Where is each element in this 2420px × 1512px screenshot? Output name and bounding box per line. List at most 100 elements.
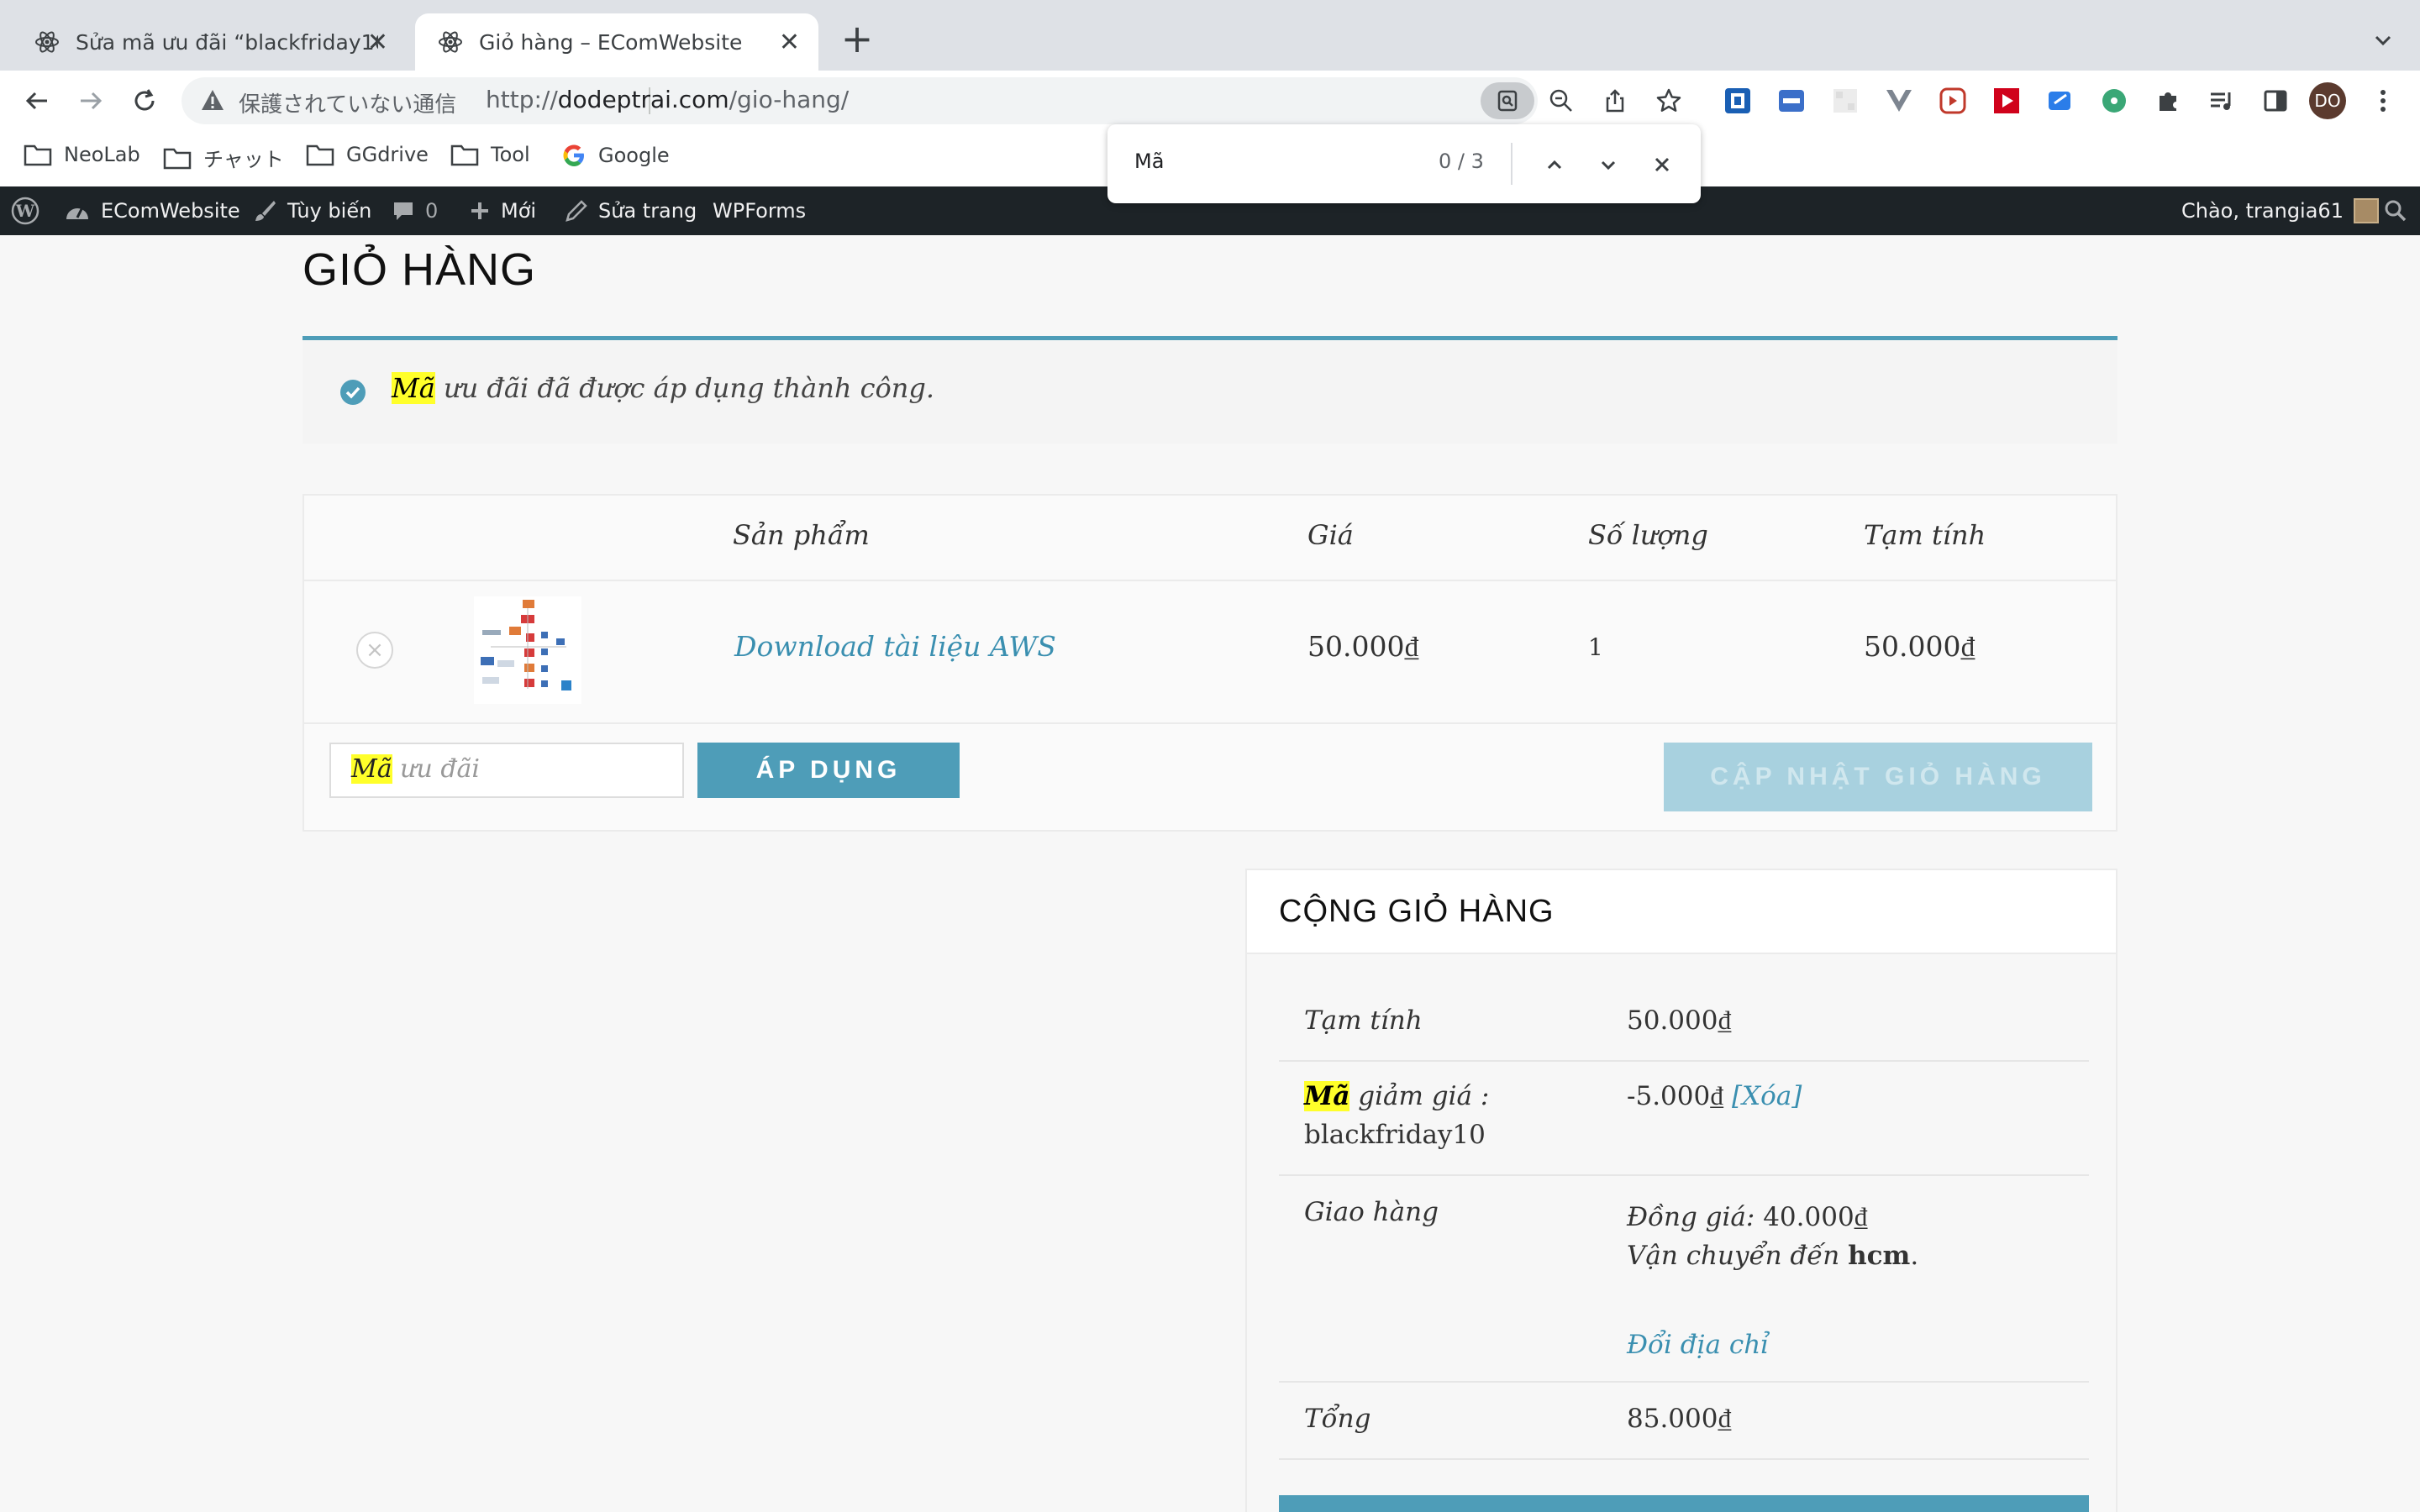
find-divider [1511, 143, 1512, 185]
row-divider [1279, 1381, 2089, 1383]
coupon-placeholder: Mã ưu đãi [351, 754, 481, 784]
extension-grid-icon[interactable] [1828, 84, 1862, 118]
extension-translate-icon[interactable] [1775, 84, 1808, 118]
change-address-link[interactable]: Đổi địa chỉ [1627, 1326, 1769, 1364]
find-bar: Mã 0 / 3 [1107, 124, 1701, 203]
security-status-label[interactable]: 保護されていない通信 [239, 87, 456, 118]
notice-message: Mã ưu đãi đã được áp dụng thành công. [392, 372, 935, 404]
find-previous-chevron-up-icon[interactable] [1538, 148, 1571, 181]
extension-screenshot-icon[interactable] [2044, 84, 2077, 118]
admin-site-label: EComWebsite [101, 199, 240, 223]
extension-media-icon[interactable] [1936, 84, 1970, 118]
back-button[interactable] [17, 81, 57, 121]
admin-wpforms[interactable]: WPForms [713, 186, 806, 235]
tab-title: Giỏ hàng – EComWebsite [479, 29, 743, 55]
total-value: 85.000₫ [1627, 1404, 1732, 1434]
col-header-subtotal: Tạm tính [1864, 519, 1986, 551]
admin-customize[interactable]: Tùy biến [252, 186, 371, 235]
bookmark-neolab[interactable]: NeoLab [24, 143, 140, 166]
address-bar[interactable]: 保護されていない通信 http://dodeptrai.com/gio-hang… [182, 77, 1681, 124]
admin-wpforms-label: WPForms [713, 199, 807, 223]
find-close-icon[interactable] [1645, 148, 1679, 181]
profile-avatar[interactable]: DO [2309, 82, 2346, 119]
url-text[interactable]: http://dodeptrai.com/gio-hang/ [486, 86, 849, 113]
back-arrow-icon [25, 92, 47, 110]
bookmark-star-icon[interactable] [1650, 82, 1687, 119]
bookmark-label: NeoLab [64, 143, 140, 166]
media-controls-icon[interactable] [2205, 84, 2238, 118]
remove-coupon-link[interactable]: [Xóa] [1732, 1081, 1802, 1111]
bookmark-chat[interactable]: チャット [163, 143, 284, 172]
admin-customize-label: Tùy biến [287, 199, 372, 223]
share-icon[interactable] [1597, 82, 1634, 119]
folder-icon [450, 144, 479, 166]
cart-totals: CỘNG GIỎ HÀNG Tạm tính 50.000₫ Mã giảm g… [1245, 869, 2118, 1512]
user-avatar [2353, 198, 2379, 223]
comment-icon [394, 202, 413, 220]
warning-icon[interactable] [200, 87, 227, 114]
folder-icon [24, 144, 52, 166]
discount-value: -5.000₫ [Xóa] [1627, 1081, 1802, 1111]
extension-green-icon[interactable] [2097, 84, 2131, 118]
row-divider [1279, 1458, 2089, 1460]
remove-item-button[interactable]: × [356, 632, 393, 669]
shipping-details: Đồng giá: 40.000₫ Vận chuyển đến hcm. [1627, 1202, 1919, 1271]
tab-search-chevron-icon[interactable] [2370, 27, 2396, 54]
reload-icon [134, 89, 155, 111]
bookmark-label: チャット [203, 148, 284, 171]
zoom-icon[interactable] [1543, 82, 1580, 119]
admin-edit-label: Sửa trang [598, 199, 697, 223]
dashboard-icon [66, 207, 88, 219]
bookmark-google[interactable]: Google [561, 143, 670, 168]
bookmark-label: Google [598, 144, 670, 167]
coupon-code-input[interactable]: Mã ưu đãi [329, 743, 684, 798]
admin-comments[interactable]: 0 [392, 186, 438, 235]
tab-close-icon[interactable]: ✕ [779, 28, 800, 57]
extension-youtube-icon[interactable] [1990, 84, 2023, 118]
admin-new[interactable]: Mới [469, 186, 536, 235]
bookmark-tool[interactable]: Tool [450, 143, 530, 166]
quantity-input[interactable]: 1 [1588, 633, 1603, 661]
tab-edit-coupon[interactable]: Sửa mã ưu đãi “blackfriday10” ✕ [12, 13, 407, 71]
product-name-link[interactable]: Download tài liệu AWS [734, 630, 1056, 663]
admin-new-label: Mới [501, 199, 537, 223]
admin-search-icon[interactable] [2383, 186, 2418, 235]
col-header-price: Giá [1307, 519, 1354, 551]
chrome-menu-icon[interactable] [2366, 84, 2400, 118]
page-title: GIỎ HÀNG [302, 244, 537, 295]
google-icon [563, 144, 584, 166]
forward-arrow-icon [81, 92, 103, 110]
side-panel-icon[interactable] [2259, 84, 2292, 118]
extensions-puzzle-icon[interactable] [2151, 84, 2185, 118]
extension-vue-icon[interactable] [1882, 84, 1916, 118]
new-tab-button[interactable]: + [837, 19, 877, 60]
admin-greeting: Chào, trangia61 [2181, 199, 2344, 223]
col-header-quantity: Số lượng [1588, 519, 1708, 551]
wordpress-logo-icon[interactable]: W [10, 186, 50, 235]
row-divider [1279, 1174, 2089, 1176]
svg-text:W: W [15, 201, 35, 221]
reload-button[interactable] [124, 81, 165, 121]
row-divider [304, 580, 2116, 581]
update-cart-button[interactable]: CẬP NHẬT GIỎ HÀNG [1664, 743, 2092, 811]
admin-account[interactable]: Chào, trangia61 [2181, 186, 2379, 235]
discount-label: Mã giảm giá : blackfriday10 [1304, 1081, 1490, 1150]
find-in-page-icon[interactable] [1481, 82, 1534, 119]
product-thumbnail[interactable] [474, 596, 581, 704]
bookmark-label: Tool [491, 143, 530, 166]
tab-close-icon[interactable]: ✕ [367, 28, 388, 57]
admin-edit-page[interactable]: Sửa trang [565, 186, 697, 235]
product-price: 50.000₫ [1307, 630, 1419, 663]
find-next-chevron-down-icon[interactable] [1591, 148, 1625, 181]
extension-bitwarden-icon[interactable] [1721, 84, 1754, 118]
bookmark-ggdrive[interactable]: GGdrive [306, 143, 429, 166]
tab-cart[interactable]: Giỏ hàng – EComWebsite ✕ [415, 13, 818, 71]
admin-site-name[interactable]: EComWebsite [64, 186, 240, 235]
subtotal-value: 50.000₫ [1627, 1005, 1732, 1036]
apply-coupon-button[interactable]: ÁP DỤNG [697, 743, 960, 798]
forward-button[interactable] [71, 81, 111, 121]
proceed-to-checkout-button[interactable] [1279, 1495, 2089, 1512]
admin-comments-count: 0 [425, 199, 439, 223]
find-input[interactable]: Mã [1134, 150, 1164, 173]
browser-tab-strip: Sửa mã ưu đãi “blackfriday10” ✕ Giỏ hàng… [0, 0, 2420, 71]
